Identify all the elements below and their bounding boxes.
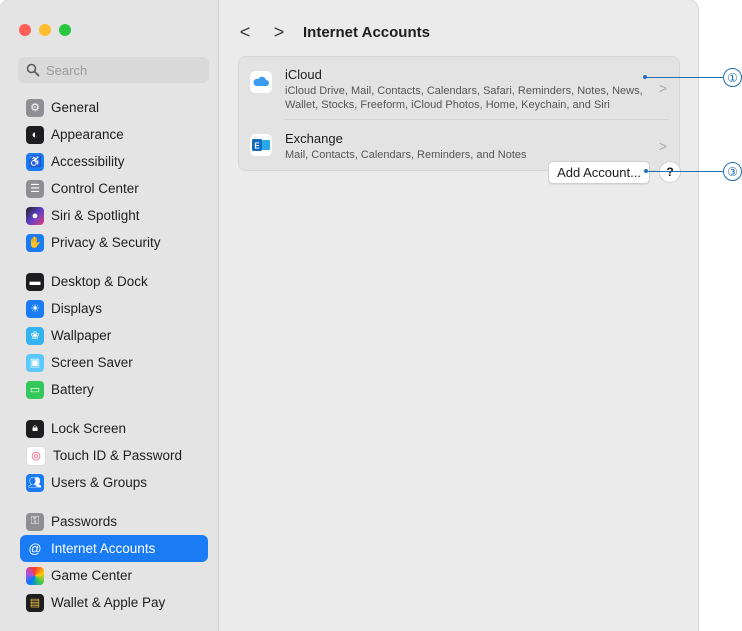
sidebar-item-label: Accessibility (51, 154, 125, 169)
zoom-button[interactable] (59, 24, 71, 36)
users-icon: 👥︎ (26, 473, 44, 492)
sidebar-item-label: General (51, 100, 100, 115)
add-account-button[interactable]: Add Account... (548, 161, 650, 184)
sidebar-item-label: Users & Groups (51, 475, 148, 490)
window-controls (19, 24, 71, 36)
sidebar-item-users-groups[interactable]: 👥︎ Users & Groups (20, 469, 208, 496)
wallet-icon: ▤ (26, 593, 44, 612)
dock-icon: ▬ (26, 272, 44, 291)
exchange-icon: E (250, 134, 272, 156)
icloud-icon (250, 71, 272, 93)
sidebar-item-battery[interactable]: ▭ Battery (20, 376, 208, 403)
wallpaper-icon: ❀ (26, 326, 44, 345)
displays-icon: ☀ (26, 299, 44, 318)
callout-line (646, 171, 723, 172)
sidebar-item-desktop-dock[interactable]: ▬ Desktop & Dock (20, 268, 208, 295)
sidebar-item-label: Privacy & Security (51, 235, 161, 250)
hand-icon: ✋ (26, 233, 44, 252)
sidebar-item-lock-screen[interactable]: 🔒︎ Lock Screen (20, 415, 208, 442)
account-services-line-1: iCloud Drive, Mail, Contacts, Calendars,… (285, 85, 643, 97)
callout-badge-1: ① (723, 68, 742, 87)
sidebar-item-label: Control Center (51, 181, 139, 196)
sidebar-item-label: Internet Accounts (51, 541, 156, 556)
sidebar-item-game-center[interactable]: Game Center (20, 562, 208, 589)
search-field[interactable] (18, 57, 209, 83)
sidebar-item-accessibility[interactable]: ♿ Accessibility (20, 148, 208, 175)
sidebar-item-label: Appearance (51, 127, 124, 142)
search-input[interactable] (46, 62, 196, 78)
chevron-right-icon: > (658, 80, 667, 96)
chevron-right-icon: > (273, 21, 285, 42)
screen-saver-icon: ▣ (26, 353, 44, 372)
callout-badge-3: ③ (723, 162, 742, 181)
callout-line (645, 77, 723, 78)
chevron-right-icon: > (658, 138, 667, 154)
sidebar-list: ⚙ General ◐ Appearance ♿ Accessibility ☰… (20, 94, 208, 616)
siri-icon: ● (26, 206, 44, 225)
svg-text:E: E (254, 142, 260, 151)
sidebar-item-wallet-apple-pay[interactable]: ▤ Wallet & Apple Pay (20, 589, 208, 616)
sidebar-item-screen-saver[interactable]: ▣ Screen Saver (20, 349, 208, 376)
sidebar-item-label: Wallet & Apple Pay (51, 595, 166, 610)
sidebar-item-label: Passwords (51, 514, 118, 529)
account-name: iCloud (285, 67, 322, 82)
fingerprint-icon: ◎ (26, 445, 46, 466)
close-button[interactable] (19, 24, 31, 36)
sidebar-item-label: Displays (51, 301, 103, 316)
search-icon (26, 63, 40, 77)
control-center-icon: ☰ (26, 179, 44, 198)
minimize-button[interactable] (39, 24, 51, 36)
sidebar-item-appearance[interactable]: ◐ Appearance (20, 121, 208, 148)
sidebar-item-passwords[interactable]: ⚿ Passwords (20, 508, 208, 535)
sidebar-item-label: Battery (51, 382, 94, 397)
sidebar-item-internet-accounts[interactable]: @ Internet Accounts (20, 535, 208, 562)
toolbar: < > Internet Accounts (219, 19, 698, 45)
accounts-list: iCloud iCloud Drive, Mail, Contacts, Cal… (238, 56, 680, 171)
game-center-icon (26, 566, 44, 585)
sidebar-item-touch-id-password[interactable]: ◎ Touch ID & Password (20, 442, 208, 469)
sidebar-item-control-center[interactable]: ☰ Control Center (20, 175, 208, 202)
main-pane: < > Internet Accounts iCloud iCloud Driv… (219, 0, 698, 631)
account-row-icloud[interactable]: iCloud iCloud Drive, Mail, Contacts, Cal… (239, 57, 679, 113)
settings-window: ⚙ General ◐ Appearance ♿ Accessibility ☰… (0, 0, 698, 631)
sidebar-item-siri-spotlight[interactable]: ● Siri & Spotlight (20, 202, 208, 229)
account-services: Mail, Contacts, Calendars, Reminders, an… (285, 149, 527, 161)
at-icon: @ (26, 539, 44, 558)
help-button[interactable]: ? (659, 161, 681, 183)
sidebar-item-wallpaper[interactable]: ❀ Wallpaper (20, 322, 208, 349)
gear-icon: ⚙ (26, 98, 44, 117)
battery-icon: ▭ (26, 380, 44, 399)
key-icon: ⚿ (26, 512, 44, 531)
appearance-icon: ◐ (26, 125, 44, 144)
sidebar-item-label: Touch ID & Password (53, 448, 183, 463)
page-title: Internet Accounts (303, 23, 430, 41)
sidebar-item-privacy-security[interactable]: ✋ Privacy & Security (20, 229, 208, 256)
sidebar-item-general[interactable]: ⚙ General (20, 94, 208, 121)
sidebar-item-displays[interactable]: ☀ Displays (20, 295, 208, 322)
sidebar: ⚙ General ◐ Appearance ♿ Accessibility ☰… (0, 0, 219, 631)
sidebar-item-label: Siri & Spotlight (51, 208, 140, 223)
sidebar-item-label: Screen Saver (51, 355, 133, 370)
sidebar-item-label: Lock Screen (51, 421, 127, 436)
account-services-line-2: Wallet, Stocks, Freeform, iCloud Photos,… (285, 99, 610, 111)
forward-button[interactable]: > (267, 20, 291, 44)
lock-icon: 🔒︎ (26, 419, 44, 438)
chevron-left-icon: < (239, 21, 251, 42)
sidebar-item-label: Desktop & Dock (51, 274, 148, 289)
back-button[interactable]: < (233, 20, 257, 44)
sidebar-item-label: Game Center (51, 568, 133, 583)
account-name: Exchange (285, 131, 343, 146)
sidebar-item-label: Wallpaper (51, 328, 112, 343)
accessibility-icon: ♿ (26, 152, 44, 171)
